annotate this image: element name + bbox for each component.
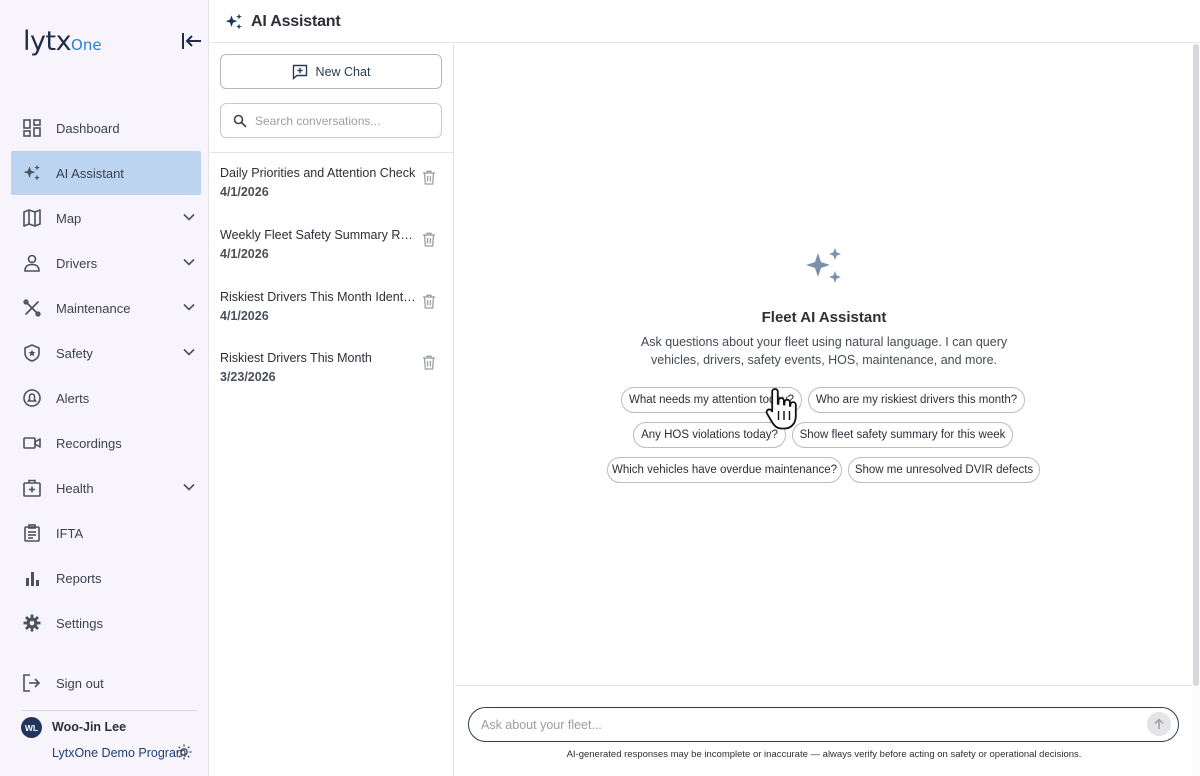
person-icon [21, 252, 43, 274]
clipboard-icon [21, 522, 43, 544]
sidebar-item-label: Health [56, 480, 94, 496]
ask-fleet-input[interactable] [481, 717, 1121, 732]
alert-bell-icon [21, 387, 43, 409]
bar-chart-icon [21, 567, 43, 589]
sidebar-item-label: AI Assistant [56, 165, 124, 181]
suggestion-chip[interactable]: Show fleet safety summary for this week [792, 422, 1013, 448]
trash-icon[interactable] [422, 355, 436, 370]
collapse-sidebar-icon[interactable] [181, 31, 203, 51]
sidebar-item-label: Maintenance [56, 300, 131, 316]
conversation-date: 4/1/2026 [220, 309, 269, 323]
gear-icon [21, 612, 43, 634]
conversation-title: Daily Priorities and Attention Check [220, 166, 416, 180]
sidebar-item-label: Settings [56, 615, 103, 631]
suggestion-chip[interactable]: What needs my attention today? [621, 387, 802, 413]
chat-composer[interactable] [468, 707, 1179, 742]
sun-icon[interactable] [176, 744, 192, 760]
ai-disclaimer: AI-generated responses may be incomplete… [566, 749, 1082, 760]
dashboard-icon [21, 117, 43, 139]
wrench-icon [21, 297, 43, 319]
conversation-date: 3/23/2026 [220, 370, 276, 384]
medical-kit-icon [21, 477, 43, 499]
sidebar-item-label: Dashboard [56, 120, 120, 136]
lytx-one-logo[interactable]: lytxOne [23, 26, 102, 57]
sidebar-item-label: Recordings [56, 435, 122, 451]
sign-out-button[interactable]: Sign out [11, 661, 201, 705]
sparkle-icon [225, 13, 242, 30]
avatar[interactable]: WL [21, 717, 42, 738]
search-icon [233, 114, 247, 128]
sign-out-label: Sign out [56, 675, 104, 691]
sidebar-item-label: Reports [56, 570, 102, 586]
assistant-description: Ask questions about your fleet using nat… [640, 335, 1008, 367]
conversation-title: Weekly Fleet Safety Summary Report [220, 228, 416, 242]
sidebar-item-drivers[interactable]: Drivers [11, 241, 201, 285]
scrollbar-thumb[interactable] [1193, 44, 1199, 686]
sidebar-item-label: Drivers [56, 255, 98, 271]
sidebar-item-dashboard[interactable]: Dashboard [11, 106, 201, 150]
logo-accent-text: One [71, 36, 102, 54]
suggestion-chip[interactable]: Show me unresolved DVIR defects [848, 457, 1040, 483]
user-name: Woo-Jin Lee [52, 720, 127, 734]
assistant-title: Fleet AI Assistant [761, 309, 887, 326]
conversation-item[interactable]: Daily Priorities and Attention Check 4/1… [220, 166, 444, 216]
chevron-down-icon[interactable] [183, 301, 195, 313]
chevron-down-icon[interactable] [183, 256, 195, 268]
sidebar-item-safety[interactable]: Safety [11, 331, 201, 375]
sidebar-item-label: Map [56, 210, 82, 226]
sidebar-item-label: Alerts [56, 390, 90, 406]
composer-divider [455, 685, 1195, 686]
sparkle-icon [806, 248, 841, 283]
sidebar-item-ifta[interactable]: IFTA [11, 511, 201, 555]
sidebar-item-ai-assistant[interactable]: AI Assistant [11, 151, 201, 195]
sidebar-item-recordings[interactable]: Recordings [11, 421, 201, 465]
sidebar-item-map[interactable]: Map [11, 196, 201, 240]
conversation-item[interactable]: Riskiest Drivers This Month Identified 4… [220, 290, 444, 340]
video-camera-icon [21, 432, 43, 454]
search-box[interactable] [220, 103, 442, 138]
sidebar-item-label: IFTA [56, 525, 84, 541]
conversation-item[interactable]: Weekly Fleet Safety Summary Report 4/1/2… [220, 228, 444, 278]
sidebar-nav: Dashboard AI Assistant Map Drivers Maint… [11, 106, 201, 646]
sidebar-item-settings[interactable]: Settings [11, 601, 201, 645]
chevron-down-icon[interactable] [183, 481, 195, 493]
send-button[interactable] [1147, 712, 1171, 736]
new-chat-label: New Chat [315, 64, 371, 79]
panel-divider [210, 152, 453, 153]
trash-icon[interactable] [422, 232, 436, 247]
search-conversations-input[interactable] [255, 113, 425, 128]
conversation-date: 4/1/2026 [220, 185, 269, 199]
conversation-title: Riskiest Drivers This Month [220, 351, 372, 365]
conversation-item[interactable]: Riskiest Drivers This Month 3/23/2026 [220, 351, 444, 401]
chat-main-area: Fleet AI Assistant Ask questions about y… [455, 44, 1200, 776]
add-chat-icon [292, 64, 307, 80]
arrow-up-icon [1154, 718, 1164, 729]
conversations-panel: New Chat Daily Priorities and Attention … [210, 44, 454, 776]
logout-icon [21, 672, 43, 694]
suggestion-chip[interactable]: Which vehicles have overdue maintenance? [607, 457, 842, 483]
sidebar-divider [21, 710, 197, 711]
chevron-down-icon[interactable] [183, 346, 195, 358]
shield-star-icon [21, 342, 43, 364]
page-title: AI Assistant [251, 13, 341, 30]
trash-icon[interactable] [422, 294, 436, 309]
new-chat-button[interactable]: New Chat [220, 54, 442, 89]
sidebar: lytxOne Dashboard AI Assistant Map Drive… [0, 0, 209, 776]
sidebar-item-maintenance[interactable]: Maintenance [11, 286, 201, 330]
map-icon [21, 207, 43, 229]
trash-icon[interactable] [422, 170, 436, 185]
suggestion-chip[interactable]: Any HOS violations today? [633, 422, 786, 448]
logo-text: lytx [23, 26, 72, 57]
sidebar-item-reports[interactable]: Reports [11, 556, 201, 600]
page-header: AI Assistant [210, 0, 1200, 43]
sidebar-item-label: Safety [56, 345, 93, 361]
conversation-date: 4/1/2026 [220, 247, 269, 261]
suggestion-chip[interactable]: Who are my riskiest drivers this month? [808, 387, 1025, 413]
conversation-title: Riskiest Drivers This Month Identified [220, 290, 416, 304]
sidebar-item-alerts[interactable]: Alerts [11, 376, 201, 420]
chevron-down-icon[interactable] [183, 211, 195, 223]
program-name: LytxOne Demo Program [52, 746, 187, 760]
sparkle-icon [21, 162, 43, 184]
sidebar-item-health[interactable]: Health [11, 466, 201, 510]
